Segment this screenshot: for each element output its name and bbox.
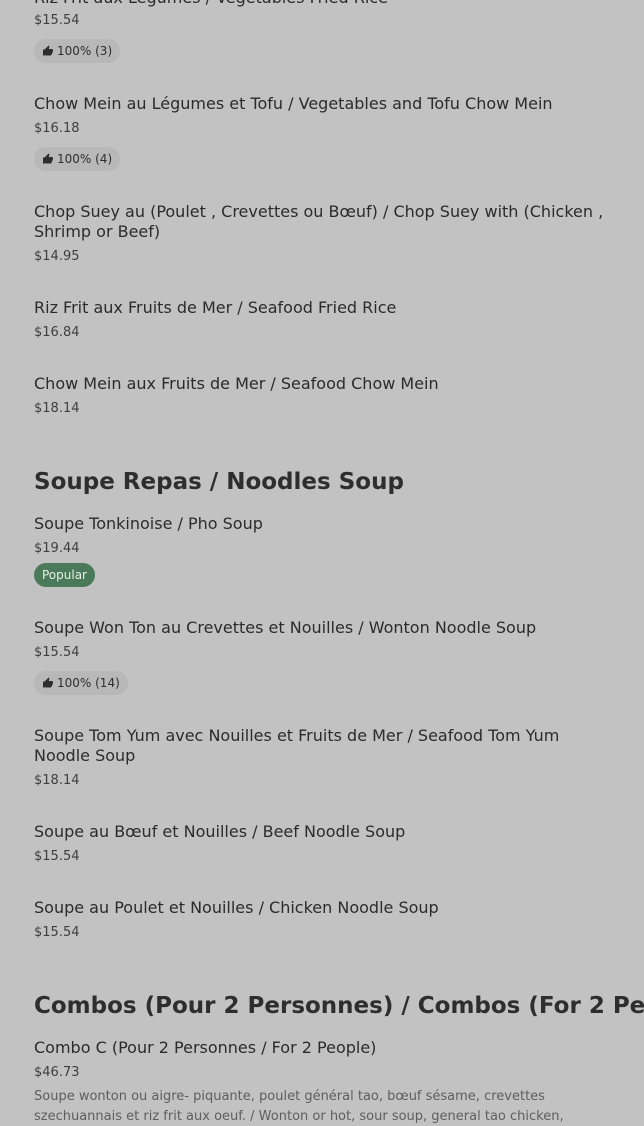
menu-item-title[interactable]: Riz Frit aux Légumes / Vegetables Fried … xyxy=(34,0,614,8)
menu-item-price: $14.95 xyxy=(34,249,80,264)
menu-item-price: $15.54 xyxy=(34,925,80,940)
menu-item-price: $46.73 xyxy=(34,1065,80,1080)
rating-text: 100% (4) xyxy=(57,152,113,166)
menu-item-title[interactable]: Riz Frit aux Fruits de Mer / Seafood Fri… xyxy=(34,298,614,318)
menu-item-price: $18.14 xyxy=(34,401,80,416)
rating-badge: 100% (3) xyxy=(34,39,121,63)
section-title: Soupe Repas / Noodles Soup xyxy=(34,469,404,495)
menu-item-price: $15.54 xyxy=(34,645,80,660)
menu-item-title[interactable]: Soupe au Bœuf et Nouilles / Beef Noodle … xyxy=(34,822,614,842)
thumbs-up-icon xyxy=(43,45,53,56)
menu-item-title[interactable]: Soupe Tonkinoise / Pho Soup xyxy=(34,514,614,534)
menu-item-title[interactable]: Soupe au Poulet et Nouilles / Chicken No… xyxy=(34,898,614,918)
menu-item-title[interactable]: Combo C (Pour 2 Personnes / For 2 People… xyxy=(34,1038,614,1058)
rating-text: 100% (14) xyxy=(57,676,120,690)
rating-badge: 100% (4) xyxy=(34,147,121,171)
rating-badge: 100% (14) xyxy=(34,671,128,695)
section-title: Combos (Pour 2 Personnes) / Combos (For … xyxy=(34,993,644,1019)
thumbs-up-icon xyxy=(43,153,53,164)
menu-item-title[interactable]: Chow Mein aux Fruits de Mer / Seafood Ch… xyxy=(34,374,614,394)
menu-item-price: $19.44 xyxy=(34,541,80,556)
menu-item-price: $15.54 xyxy=(34,13,80,28)
popular-badge: Popular xyxy=(34,563,95,587)
menu-item-price: $16.18 xyxy=(34,121,80,136)
menu-item-title[interactable]: Chow Mein au Légumes et Tofu / Vegetable… xyxy=(34,94,614,114)
menu-page: Riz Frit aux Légumes / Vegetables Fried … xyxy=(0,0,644,1126)
menu-item-title[interactable]: Soupe Tom Yum avec Nouilles et Fruits de… xyxy=(34,726,614,766)
rating-text: 100% (3) xyxy=(57,44,113,58)
menu-item-description: Soupe wonton ou aigre- piquante, poulet … xyxy=(34,1089,564,1124)
thumbs-up-icon xyxy=(43,677,53,688)
menu-item-title[interactable]: Chop Suey au (Poulet , Crevettes ou Bœuf… xyxy=(34,202,614,242)
menu-item-title[interactable]: Soupe Won Ton au Crevettes et Nouilles /… xyxy=(34,618,614,638)
menu-item-price: $15.54 xyxy=(34,849,80,864)
menu-item-price: $18.14 xyxy=(34,773,80,788)
menu-item-price: $16.84 xyxy=(34,325,80,340)
